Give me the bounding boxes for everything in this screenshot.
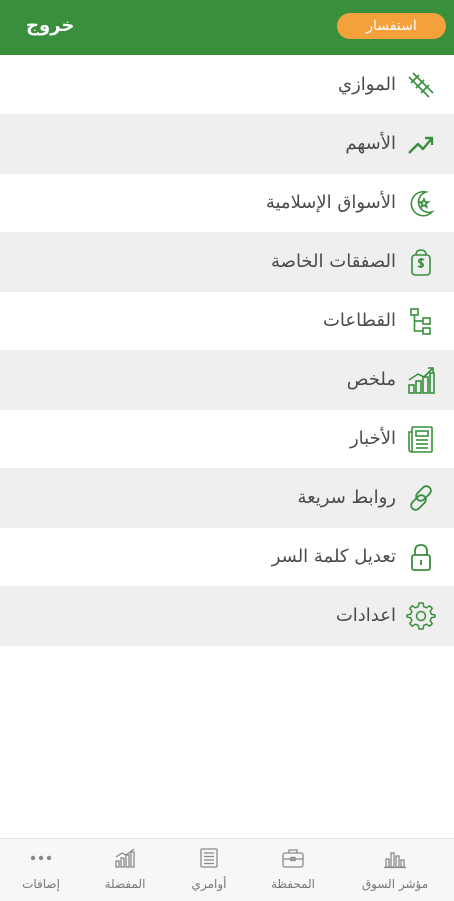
menu-item-quick-links[interactable]: روابط سريعة	[0, 469, 454, 528]
menu-item-label: الأسواق الإسلامية	[265, 192, 396, 213]
newspaper-icon	[406, 424, 436, 454]
menu-item-label: الصفقات الخاصة	[271, 251, 396, 272]
tab-label: المفضلة	[104, 877, 146, 891]
inquiry-button[interactable]: استفسار	[337, 13, 446, 39]
menu-item-parallel-market[interactable]: الموازي	[0, 56, 454, 115]
crescent-star-icon	[406, 188, 436, 218]
menu-item-change-password[interactable]: تعديل كلمة السر	[0, 528, 454, 587]
menu-item-summary[interactable]: ملخص	[0, 351, 454, 410]
lock-icon	[406, 542, 436, 572]
more-dots-icon	[29, 847, 53, 869]
menu-item-islamic-markets[interactable]: الأسواق الإسلامية	[0, 174, 454, 233]
tab-favorites[interactable]: المفضلة	[80, 839, 170, 901]
menu-item-stocks[interactable]: الأسهم	[0, 115, 454, 174]
menu-item-label: ملخص	[346, 369, 396, 390]
parallel-market-icon	[406, 70, 436, 100]
tab-market-index[interactable]: مؤشر السوق	[350, 839, 440, 901]
tab-more[interactable]: إضافات	[0, 839, 86, 901]
menu-item-label: القطاعات	[322, 310, 396, 331]
tab-label: إضافات	[22, 877, 60, 891]
menu-item-label: اعدادات	[335, 605, 396, 626]
money-bag-icon	[406, 247, 436, 277]
top-bar: خروج استفسار	[0, 0, 454, 55]
trend-up-arrow-icon	[406, 129, 436, 159]
menu-item-label: تعديل كلمة السر	[271, 546, 396, 567]
menu-item-private-deals[interactable]: الصفقات الخاصة	[0, 233, 454, 292]
tab-portfolio[interactable]: المحفظة	[248, 839, 338, 901]
logout-button[interactable]: خروج	[26, 13, 74, 39]
menu-item-label: الموازي	[338, 74, 396, 95]
bar-chart-icon	[383, 847, 407, 869]
link-icon	[406, 483, 436, 513]
tab-label: المحفظة	[270, 877, 316, 891]
menu-item-label: روابط سريعة	[297, 487, 396, 508]
menu-item-label: الأسهم	[345, 133, 396, 154]
side-menu: الموازي الأسهم الأسواق الإسلامية الصفقات…	[0, 56, 454, 646]
summary-chart-icon	[406, 365, 436, 395]
orders-list-icon	[197, 847, 221, 869]
briefcase-icon	[281, 847, 305, 869]
sectors-tree-icon	[406, 306, 436, 336]
tab-label: أوامري	[191, 877, 227, 891]
menu-item-settings[interactable]: اعدادات	[0, 587, 454, 646]
tab-my-orders[interactable]: أوامري	[164, 839, 254, 901]
gear-icon	[406, 601, 436, 631]
menu-item-news[interactable]: الأخبار	[0, 410, 454, 469]
menu-item-sectors[interactable]: القطاعات	[0, 292, 454, 351]
bottom-tab-bar: مؤشر السوق المحفظة أوامري المفضلة إضافات	[0, 838, 454, 901]
menu-item-label: الأخبار	[349, 428, 396, 449]
tab-label: مؤشر السوق	[361, 877, 429, 891]
favorites-chart-icon	[113, 847, 137, 869]
